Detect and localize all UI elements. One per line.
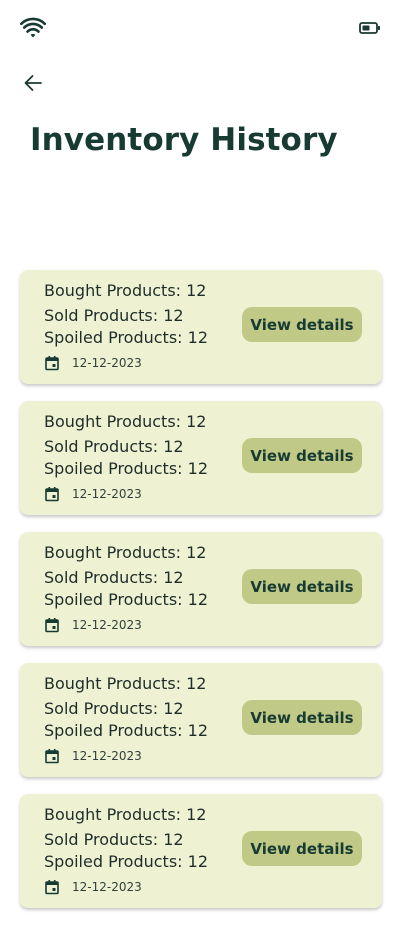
view-details-button[interactable]: View details bbox=[242, 700, 362, 735]
spoiled-products-text: Spoiled Products: 12 bbox=[44, 328, 208, 347]
history-card: Bought Products: 12 Sold Products: 12 Sp… bbox=[20, 401, 382, 515]
spoiled-products-text: Spoiled Products: 12 bbox=[44, 852, 208, 871]
view-details-button[interactable]: View details bbox=[242, 438, 362, 473]
date-text: 12-12-2023 bbox=[72, 618, 142, 632]
spoiled-products-text: Spoiled Products: 12 bbox=[44, 590, 208, 609]
bought-products-text: Bought Products: 12 bbox=[44, 805, 207, 824]
calendar-icon bbox=[45, 880, 59, 895]
sold-products-text: Sold Products: 12 bbox=[44, 830, 184, 849]
view-details-button[interactable]: View details bbox=[242, 569, 362, 604]
date-text: 12-12-2023 bbox=[72, 880, 142, 894]
spoiled-products-text: Spoiled Products: 12 bbox=[44, 459, 208, 478]
arrow-left-icon bbox=[24, 75, 42, 91]
calendar-icon bbox=[45, 618, 59, 633]
wifi-icon bbox=[20, 17, 46, 38]
calendar-icon bbox=[45, 749, 59, 764]
date-text: 12-12-2023 bbox=[72, 749, 142, 763]
bought-products-text: Bought Products: 12 bbox=[44, 543, 207, 562]
calendar-icon bbox=[45, 356, 59, 371]
calendar-icon bbox=[45, 487, 59, 502]
date-row: 12-12-2023 bbox=[44, 486, 142, 502]
spoiled-products-text: Spoiled Products: 12 bbox=[44, 721, 208, 740]
date-row: 12-12-2023 bbox=[44, 748, 142, 764]
bought-products-text: Bought Products: 12 bbox=[44, 412, 207, 431]
view-details-button[interactable]: View details bbox=[242, 831, 362, 866]
history-card: Bought Products: 12 Sold Products: 12 Sp… bbox=[20, 532, 382, 646]
history-card: Bought Products: 12 Sold Products: 12 Sp… bbox=[20, 794, 382, 908]
back-button[interactable] bbox=[17, 67, 49, 99]
date-row: 12-12-2023 bbox=[44, 617, 142, 633]
battery-icon bbox=[359, 22, 380, 34]
history-list: Bought Products: 12 Sold Products: 12 Sp… bbox=[20, 270, 382, 925]
status-bar bbox=[0, 0, 412, 56]
view-details-button[interactable]: View details bbox=[242, 307, 362, 342]
bought-products-text: Bought Products: 12 bbox=[44, 281, 207, 300]
sold-products-text: Sold Products: 12 bbox=[44, 437, 184, 456]
bought-products-text: Bought Products: 12 bbox=[44, 674, 207, 693]
date-text: 12-12-2023 bbox=[72, 487, 142, 501]
sold-products-text: Sold Products: 12 bbox=[44, 568, 184, 587]
date-row: 12-12-2023 bbox=[44, 879, 142, 895]
page-title: Inventory History bbox=[30, 122, 338, 158]
sold-products-text: Sold Products: 12 bbox=[44, 699, 184, 718]
date-row: 12-12-2023 bbox=[44, 355, 142, 371]
sold-products-text: Sold Products: 12 bbox=[44, 306, 184, 325]
history-card: Bought Products: 12 Sold Products: 12 Sp… bbox=[20, 270, 382, 384]
history-card: Bought Products: 12 Sold Products: 12 Sp… bbox=[20, 663, 382, 777]
date-text: 12-12-2023 bbox=[72, 356, 142, 370]
